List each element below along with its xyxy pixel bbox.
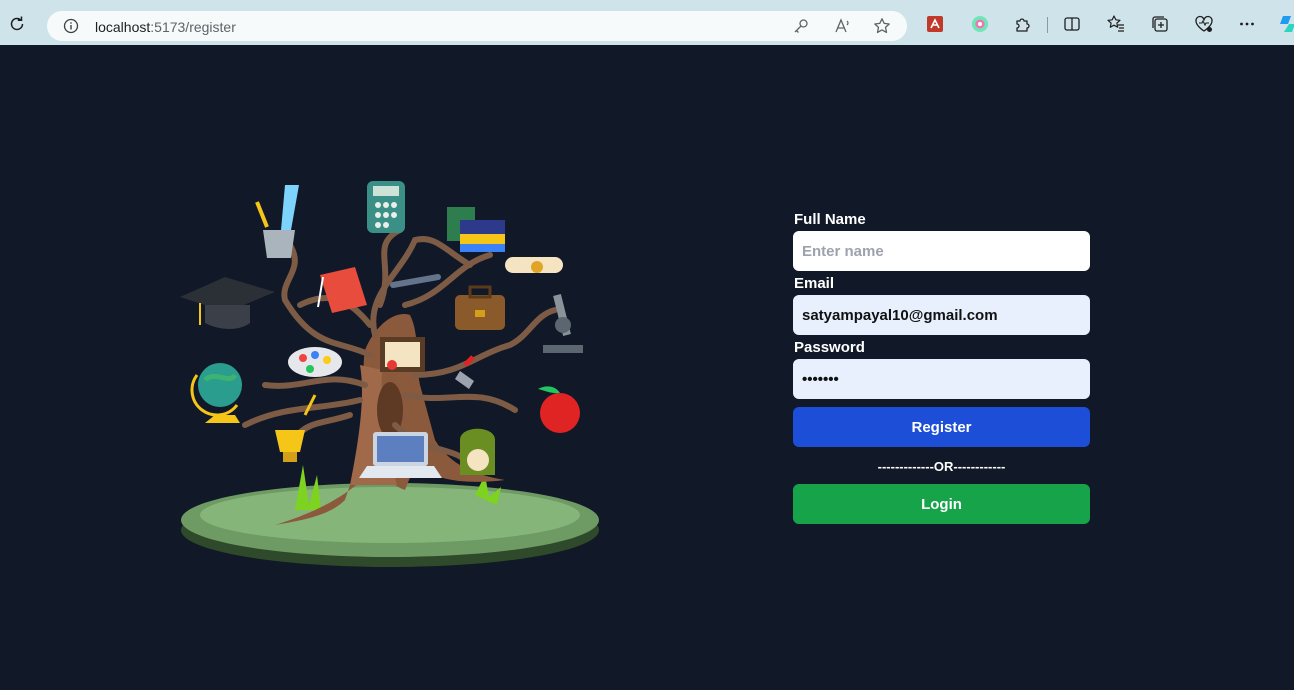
password-label: Password (794, 339, 865, 356)
tree-of-knowledge-illustration (175, 175, 605, 575)
split-screen-icon[interactable] (1062, 14, 1082, 34)
password-input[interactable] (793, 359, 1090, 399)
email-label: Email (794, 275, 835, 292)
books-icon (447, 207, 505, 252)
backpack-icon (460, 428, 495, 475)
full-name-input[interactable] (793, 231, 1090, 271)
address-bar[interactable]: localhost:5173/register (47, 11, 907, 41)
email-input[interactable] (793, 295, 1090, 335)
extension-green-icon[interactable] (970, 14, 990, 34)
favorites-icon[interactable] (1106, 14, 1126, 34)
more-options-icon[interactable] (1237, 14, 1257, 34)
pen-icon (390, 274, 441, 288)
notebook-icon (317, 267, 367, 313)
extension-red-icon[interactable] (925, 14, 945, 34)
site-info-icon[interactable] (63, 18, 79, 34)
full-name-label: Full Name (794, 211, 866, 228)
graduation-cap-icon (180, 277, 275, 329)
diploma-scroll-icon (505, 257, 563, 273)
browser-toolbar: localhost:5173/register (0, 0, 1294, 45)
reload-icon[interactable] (6, 13, 28, 35)
certificate-icon (380, 337, 425, 372)
read-aloud-icon[interactable] (834, 17, 852, 35)
collections-icon[interactable] (1150, 14, 1170, 34)
apple-icon (538, 386, 580, 433)
calculator-icon (367, 181, 405, 233)
extensions-puzzle-icon[interactable] (1013, 14, 1033, 34)
briefcase-icon (455, 285, 505, 330)
paint-palette-icon (288, 347, 342, 377)
toolbar-divider (1047, 17, 1048, 33)
login-button[interactable]: Login (793, 484, 1090, 524)
globe-icon (190, 363, 242, 423)
or-divider: -------------OR------------ (877, 459, 1006, 474)
url-text[interactable]: localhost:5173/register (95, 19, 236, 35)
browser-essentials-icon[interactable] (1194, 14, 1214, 34)
key-icon[interactable] (792, 17, 810, 35)
copilot-icon[interactable] (1276, 14, 1294, 34)
favorite-star-icon[interactable] (873, 17, 891, 35)
register-button[interactable]: Register (793, 407, 1090, 447)
microscope-icon (543, 294, 583, 353)
